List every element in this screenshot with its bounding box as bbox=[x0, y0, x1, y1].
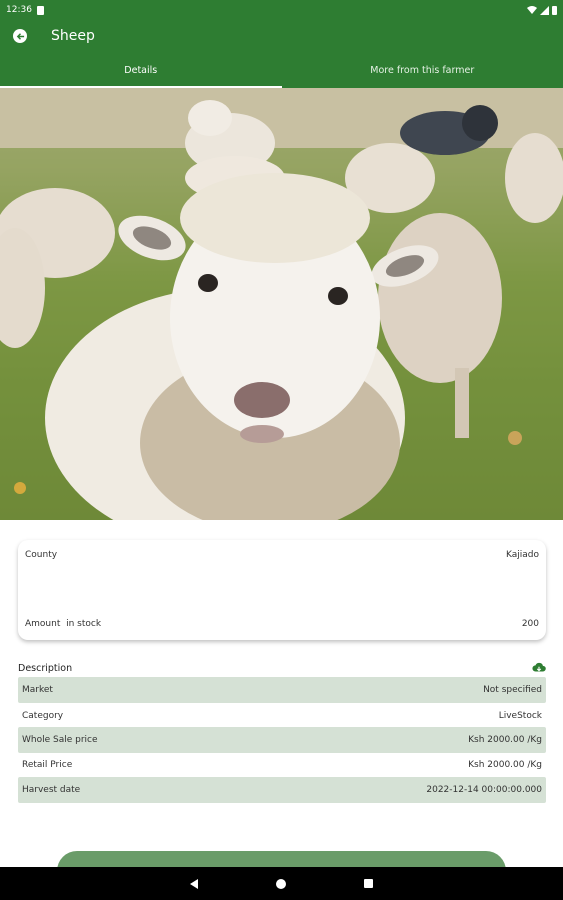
navigation-bar bbox=[0, 867, 563, 900]
battery-icon bbox=[552, 5, 557, 15]
screen: 12:36 Sheep Details More from this farme… bbox=[0, 0, 563, 900]
harvest-date-value: 2022-12-14 00:00:00.000 bbox=[426, 785, 542, 795]
tab-bar: Details More from this farmer bbox=[0, 52, 563, 88]
harvest-date-row: Harvest date 2022-12-14 00:00:00.000 bbox=[18, 777, 546, 803]
status-left: 12:36 bbox=[6, 5, 44, 15]
signal-icon bbox=[540, 5, 549, 15]
wholesale-price-label: Whole Sale price bbox=[22, 735, 98, 745]
back-button[interactable] bbox=[0, 20, 40, 52]
wholesale-price-value: Ksh 2000.00 /Kg bbox=[468, 735, 542, 745]
amount-row: Amount in stock 200 bbox=[25, 619, 539, 629]
county-row: County Kajiado bbox=[25, 550, 539, 560]
page-title: Sheep bbox=[51, 28, 95, 44]
tab-details-label: Details bbox=[124, 64, 158, 76]
wifi-icon bbox=[527, 6, 537, 14]
amount-value: 200 bbox=[521, 619, 539, 629]
amount-label: Amount in stock bbox=[25, 619, 102, 629]
county-label: County bbox=[25, 550, 58, 560]
description-header: Description bbox=[18, 661, 546, 675]
nav-recent-icon[interactable] bbox=[364, 879, 373, 888]
market-row: Market Not specified bbox=[18, 677, 546, 703]
status-right bbox=[527, 5, 557, 15]
description-title: Description bbox=[18, 662, 73, 674]
category-label: Category bbox=[22, 711, 64, 721]
retail-price-row: Retail Price Ksh 2000.00 /Kg bbox=[18, 752, 546, 778]
retail-price-value: Ksh 2000.00 /Kg bbox=[468, 760, 542, 770]
status-bar: 12:36 bbox=[0, 0, 563, 20]
market-label: Market bbox=[22, 685, 53, 695]
category-value: LiveStock bbox=[498, 711, 542, 721]
tab-more-from-farmer-label: More from this farmer bbox=[370, 64, 475, 76]
status-time: 12:36 bbox=[6, 5, 32, 15]
wholesale-price-row: Whole Sale price Ksh 2000.00 /Kg bbox=[18, 727, 546, 753]
product-image bbox=[0, 88, 563, 520]
nav-home-icon[interactable] bbox=[276, 878, 286, 889]
market-value: Not specified bbox=[483, 685, 542, 695]
arrow-back-icon bbox=[13, 29, 27, 43]
info-card: County Kajiado Amount in stock 200 bbox=[18, 540, 546, 640]
county-value: Kajiado bbox=[506, 550, 539, 560]
category-row: Category LiveStock bbox=[18, 703, 546, 729]
harvest-date-label: Harvest date bbox=[22, 785, 81, 795]
cloud-download-icon[interactable] bbox=[532, 661, 546, 675]
retail-price-label: Retail Price bbox=[22, 760, 73, 770]
nav-back-icon[interactable] bbox=[190, 878, 198, 889]
tab-details[interactable]: Details bbox=[0, 52, 282, 88]
sim-card-icon bbox=[36, 5, 44, 15]
sheep-photo bbox=[0, 88, 563, 520]
app-bar: Sheep bbox=[0, 20, 563, 52]
tab-more-from-farmer[interactable]: More from this farmer bbox=[282, 52, 563, 88]
